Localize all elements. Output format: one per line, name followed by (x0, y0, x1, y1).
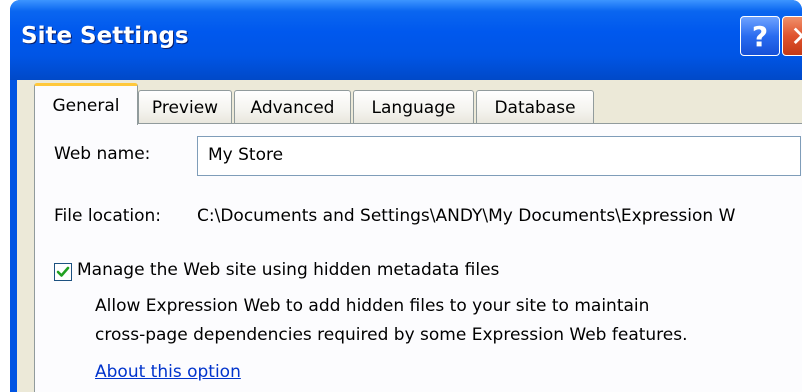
help-button[interactable]: ? (740, 16, 780, 56)
tab-label: Language (371, 97, 456, 118)
tab-database[interactable]: Database (476, 90, 594, 124)
tab-label: Advanced (250, 97, 335, 118)
metadata-description-line-2: cross-page dependencies required by some… (95, 325, 688, 345)
file-location-label: File location: (54, 206, 162, 226)
tab-general[interactable]: General (34, 83, 138, 125)
file-location-value: C:\Documents and Settings\ANDY\My Docume… (197, 206, 736, 226)
metadata-checkbox-label[interactable]: Manage the Web site using hidden metadat… (77, 260, 499, 280)
dialog-client-area: General Preview Advanced Language Databa… (17, 80, 802, 392)
tab-language[interactable]: Language (353, 90, 474, 124)
checkmark-icon (56, 266, 70, 277)
close-icon: ✕ (790, 20, 802, 53)
question-mark-icon: ? (751, 19, 769, 53)
tab-label: Preview (151, 97, 219, 118)
web-name-label: Web name: (54, 144, 151, 164)
close-button[interactable]: ✕ (782, 16, 802, 56)
tab-label: General (52, 95, 120, 116)
about-this-option-link[interactable]: About this option (95, 362, 241, 382)
tab-advanced[interactable]: Advanced (234, 90, 351, 124)
tab-label: Database (494, 97, 576, 118)
web-name-input[interactable]: My Store (197, 136, 801, 176)
site-settings-dialog: Site Settings ? ✕ General Preview Advanc… (10, 0, 802, 392)
tab-preview[interactable]: Preview (138, 90, 232, 124)
metadata-description-line-1: Allow Expression Web to add hidden files… (95, 296, 650, 316)
dialog-title: Site Settings (21, 23, 189, 49)
metadata-checkbox[interactable] (54, 263, 72, 281)
title-bar[interactable]: Site Settings ? ✕ (10, 0, 802, 80)
general-tab-panel: Web name: My Store File location: C:\Doc… (34, 123, 802, 392)
